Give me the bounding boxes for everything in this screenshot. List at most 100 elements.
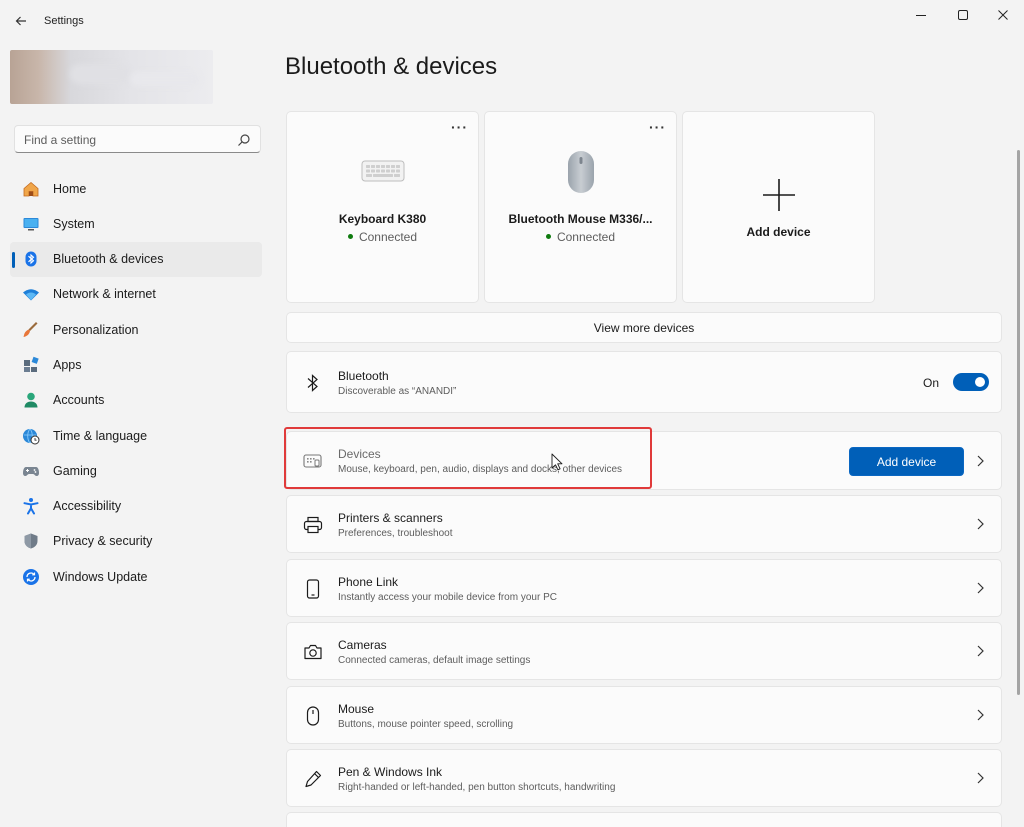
sidebar-item-accessibility[interactable]: Accessibility: [10, 489, 262, 524]
sidebar-item-apps[interactable]: Apps: [10, 347, 262, 382]
device-name: Keyboard K380: [338, 212, 427, 226]
toggle-state-label: On: [923, 376, 940, 390]
row-subtitle: Instantly access your mobile device from…: [338, 592, 557, 603]
sidebar-item-gaming[interactable]: Gaming: [10, 453, 262, 488]
view-more-devices-button[interactable]: View more devices: [286, 312, 1002, 343]
mouse-row[interactable]: Mouse Buttons, mouse pointer speed, scro…: [286, 686, 1002, 744]
row-subtitle: Connected cameras, default image setting…: [338, 655, 531, 666]
sidebar-item-accounts[interactable]: Accounts: [10, 383, 262, 418]
brush-icon: [21, 320, 41, 340]
sidebar-item-label: Time & language: [53, 428, 148, 443]
row-subtitle: Preferences, troubleshoot: [338, 528, 453, 539]
search-placeholder: Find a setting: [24, 133, 97, 147]
more-options-button[interactable]: ···: [451, 120, 468, 134]
user-profile[interactable]: [10, 50, 213, 104]
bluetooth-icon: [21, 249, 41, 269]
next-row-partial[interactable]: [286, 812, 1002, 827]
title-bar: Settings: [0, 0, 1024, 42]
cameras-row[interactable]: Cameras Connected cameras, default image…: [286, 622, 1002, 680]
sidebar-item-bluetooth-devices[interactable]: Bluetooth & devices: [10, 241, 262, 277]
row-title: Pen & Windows Ink: [338, 765, 443, 779]
mouse-icon: [485, 150, 676, 194]
sidebar-item-label: Accounts: [53, 393, 105, 408]
sidebar-item-privacy-security[interactable]: Privacy & security: [10, 524, 262, 559]
sidebar-item-home[interactable]: Home: [10, 171, 262, 206]
app-title: Settings: [44, 15, 84, 27]
sidebar-item-label: Gaming: [53, 463, 97, 478]
plus-icon: [683, 178, 874, 212]
highlight-box: [284, 427, 652, 489]
sidebar-nav: Home System Bluetooth & devices Network …: [10, 171, 262, 595]
device-card-keyboard[interactable]: ··· Keyboard K380 Connected: [286, 111, 479, 303]
maximize-icon: [958, 10, 968, 20]
add-device-card[interactable]: Add device: [682, 111, 875, 303]
apps-icon: [21, 355, 41, 375]
search-input[interactable]: Find a setting: [14, 125, 261, 153]
back-arrow-icon: [15, 16, 26, 26]
bluetooth-row: Bluetooth Discoverable as “ANANDI” On: [286, 351, 1002, 413]
row-subtitle: Right-handed or left-handed, pen button …: [338, 782, 616, 793]
shield-icon: [21, 531, 41, 551]
sidebar-item-time-language[interactable]: Time & language: [10, 418, 262, 453]
sidebar-item-label: System: [53, 216, 95, 231]
monitor-icon: [21, 214, 41, 234]
add-device-button[interactable]: Add device: [849, 447, 964, 476]
back-button[interactable]: [10, 10, 32, 32]
sidebar-item-label: Apps: [53, 357, 82, 372]
search-icon: [238, 134, 250, 146]
scrollbar[interactable]: [1017, 150, 1020, 695]
device-name: Bluetooth Mouse M336/...: [508, 212, 653, 226]
chevron-right-icon: [977, 582, 984, 594]
row-title: Printers & scanners: [338, 511, 443, 525]
bluetooth-toggle[interactable]: [953, 373, 989, 391]
connected-dot-icon: [545, 234, 551, 240]
sidebar-item-label: Bluetooth & devices: [53, 252, 164, 267]
minimize-button[interactable]: [904, 4, 938, 26]
chevron-right-icon: [977, 518, 984, 530]
printer-icon: [302, 514, 324, 536]
row-subtitle: Buttons, mouse pointer speed, scrolling: [338, 719, 514, 730]
close-icon: [998, 10, 1008, 20]
update-icon: [21, 567, 41, 587]
device-status: Connected: [287, 230, 478, 244]
sidebar-item-system[interactable]: System: [10, 206, 262, 241]
gamepad-icon: [21, 461, 41, 481]
chevron-right-icon: [977, 645, 984, 657]
sidebar-item-label: Network & internet: [53, 287, 156, 302]
wifi-icon: [21, 284, 41, 304]
bluetooth-outline-icon: [302, 372, 324, 394]
device-card-mouse[interactable]: ··· Bluetooth Mouse M336/... Connected: [484, 111, 677, 303]
settings-window: Settings Find a setting Home System Blue…: [0, 0, 1024, 827]
camera-icon: [302, 641, 324, 663]
pen-ink-row[interactable]: Pen & Windows Ink Right-handed or left-h…: [286, 749, 1002, 807]
accessibility-icon: [21, 496, 41, 516]
chevron-right-icon: [977, 709, 984, 721]
row-subtitle: Discoverable as “ANANDI”: [338, 386, 457, 397]
sidebar-item-label: Privacy & security: [53, 534, 153, 549]
more-options-button[interactable]: ···: [649, 120, 666, 134]
keyboard-icon: [287, 160, 478, 182]
row-title: Cameras: [338, 638, 387, 652]
globe-clock-icon: [21, 426, 41, 446]
device-status: Connected: [485, 230, 676, 244]
mouse-cursor-icon: [551, 453, 563, 471]
sidebar-item-label: Accessibility: [53, 499, 122, 514]
row-title: Phone Link: [338, 575, 399, 589]
page-title: Bluetooth & devices: [285, 53, 498, 80]
mouse-outline-icon: [302, 705, 324, 727]
maximize-button[interactable]: [946, 4, 980, 26]
sidebar-item-network-internet[interactable]: Network & internet: [10, 277, 262, 312]
connected-dot-icon: [347, 234, 353, 240]
row-title: Mouse: [338, 702, 375, 716]
phone-icon: [302, 578, 324, 600]
printers-row[interactable]: Printers & scanners Preferences, trouble…: [286, 495, 1002, 553]
pen-icon: [302, 768, 324, 790]
sidebar-item-windows-update[interactable]: Windows Update: [10, 559, 262, 594]
sidebar-item-personalization[interactable]: Personalization: [10, 312, 262, 347]
close-button[interactable]: [986, 4, 1020, 26]
phone-link-row[interactable]: Phone Link Instantly access your mobile …: [286, 559, 1002, 617]
chevron-right-icon: [977, 455, 984, 467]
person-icon: [21, 390, 41, 410]
row-title: Bluetooth: [338, 369, 389, 383]
sidebar-item-label: Personalization: [53, 322, 139, 337]
